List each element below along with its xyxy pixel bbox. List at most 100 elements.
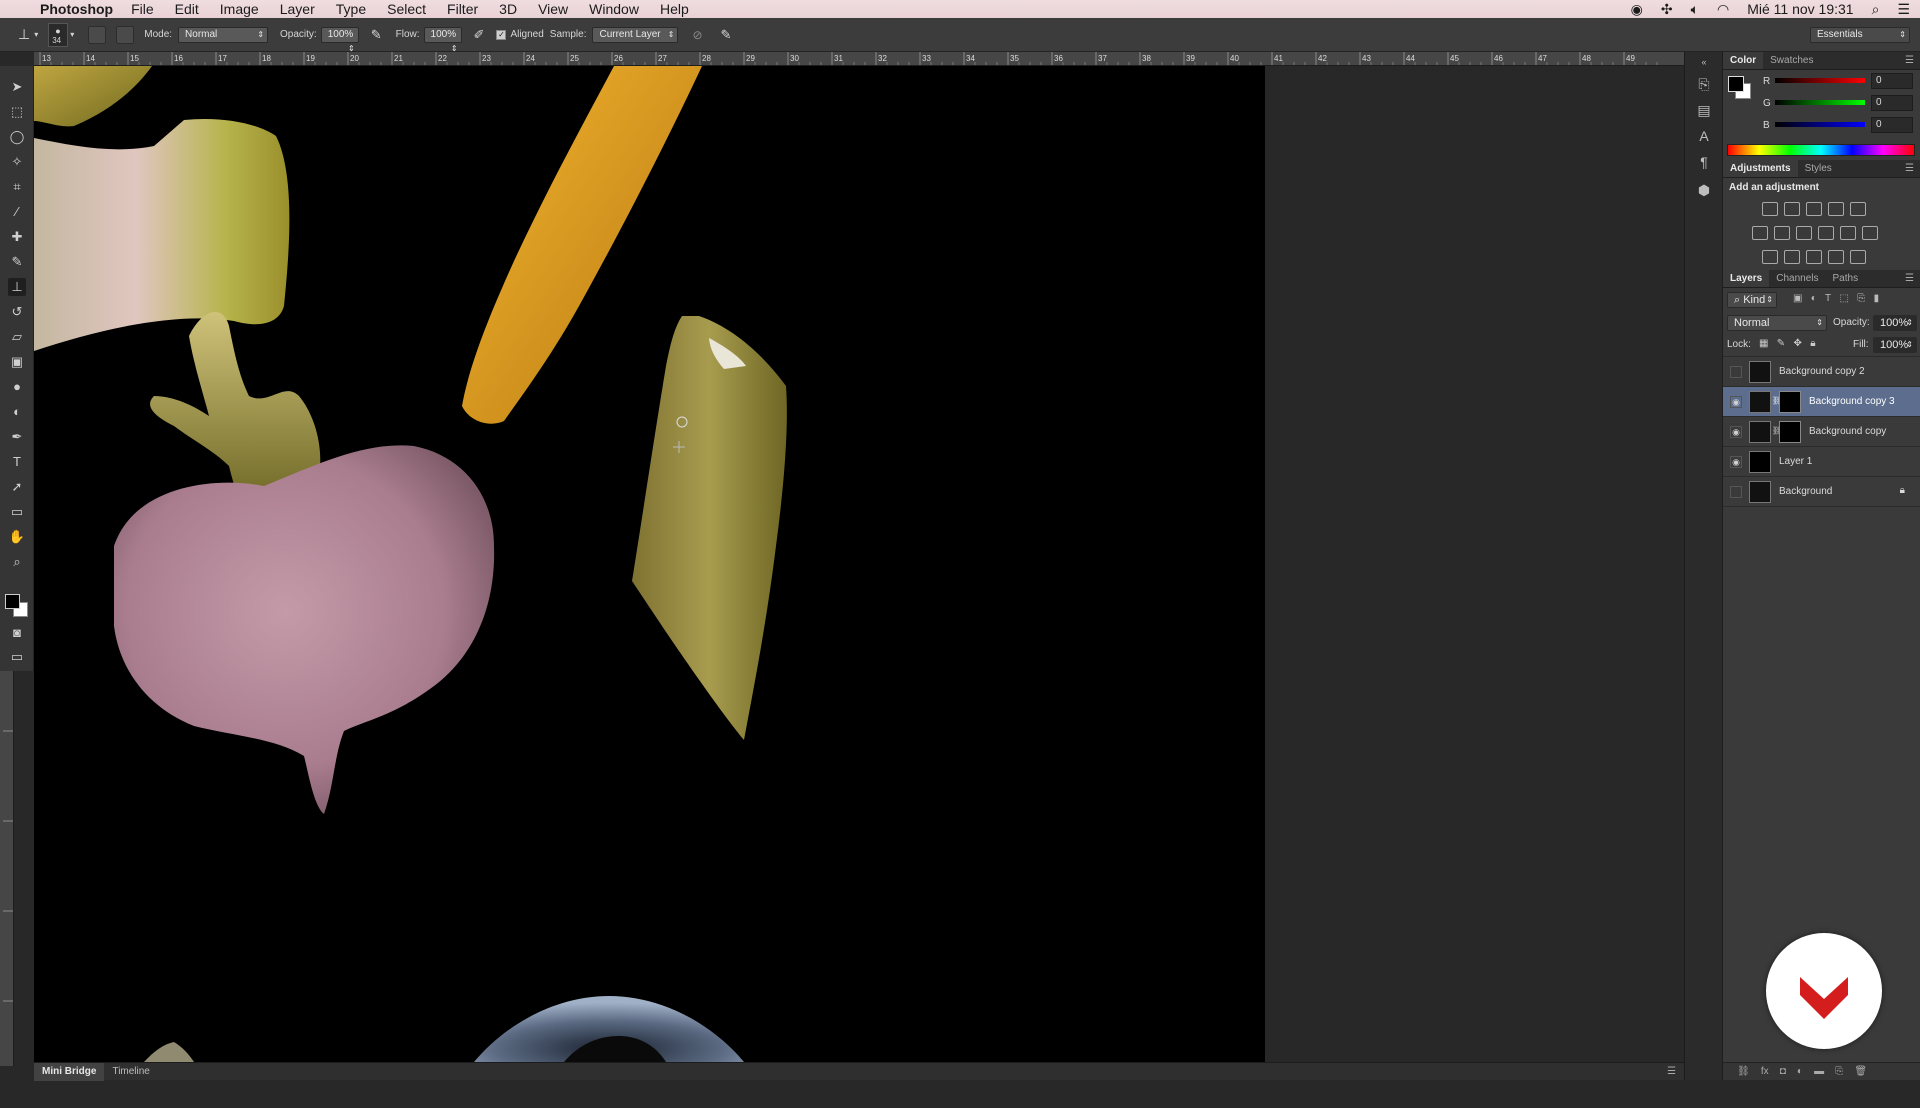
document-canvas[interactable] bbox=[34, 66, 1265, 1062]
spotlight-search-icon[interactable]: ⌕ bbox=[1872, 1, 1880, 18]
menu-view[interactable]: View bbox=[538, 1, 568, 17]
curves-icon[interactable] bbox=[1806, 202, 1822, 216]
smart-object-filter-icon[interactable]: ⎘ bbox=[1857, 293, 1865, 304]
red-channel-slider[interactable] bbox=[1775, 78, 1865, 83]
tool-preset-dropdown[interactable]: ▾ bbox=[34, 30, 38, 39]
type-tool-icon[interactable]: T bbox=[8, 453, 26, 471]
pixel-layer-filter-icon[interactable]: ▣ bbox=[1793, 293, 1802, 304]
color-lookup-icon[interactable] bbox=[1862, 226, 1878, 240]
shape-tool-icon[interactable]: ▭ bbox=[8, 503, 26, 521]
blend-mode-select[interactable]: Normal bbox=[1727, 315, 1827, 331]
lock-image-pixels-icon[interactable]: ✎ bbox=[1777, 338, 1785, 349]
blur-tool-icon[interactable]: ● bbox=[8, 378, 26, 396]
color-balance-icon[interactable] bbox=[1774, 226, 1790, 240]
zoom-tool-icon[interactable]: ⌕ bbox=[8, 553, 26, 571]
tab-timeline[interactable]: Timeline bbox=[104, 1063, 157, 1081]
layer-style-icon[interactable]: fx bbox=[1761, 1066, 1769, 1077]
lock-transparent-pixels-icon[interactable]: ▦ bbox=[1759, 338, 1768, 349]
brush-tool-icon[interactable]: ✎ bbox=[8, 253, 26, 271]
hue-saturation-icon[interactable] bbox=[1752, 226, 1768, 240]
aligned-checkbox[interactable]: ✓ bbox=[496, 29, 507, 40]
clone-stamp-tool-icon[interactable]: ⊥ bbox=[8, 278, 26, 296]
fill-field[interactable]: 100% bbox=[1873, 337, 1917, 353]
airbrush-icon[interactable]: ✐ bbox=[474, 27, 485, 43]
menu-edit[interactable]: Edit bbox=[175, 1, 199, 17]
properties-panel-icon[interactable]: ▤ bbox=[1694, 100, 1714, 120]
pen-tool-icon[interactable]: ✒ bbox=[8, 428, 26, 446]
wifi-icon[interactable]: ◠ bbox=[1717, 1, 1729, 18]
brush-picker-arrow-icon[interactable]: ▾ bbox=[70, 30, 74, 39]
eyedropper-tool-icon[interactable]: ⁄ bbox=[8, 203, 26, 221]
filter-toggle-icon[interactable]: ▮ bbox=[1874, 293, 1880, 304]
posterize-icon[interactable] bbox=[1784, 250, 1800, 264]
black-white-icon[interactable] bbox=[1796, 226, 1812, 240]
tab-styles[interactable]: Styles bbox=[1798, 160, 1839, 177]
link-layers-icon[interactable]: ⛓ bbox=[1737, 1066, 1750, 1077]
brush-preset-picker[interactable]: ● 34 bbox=[48, 22, 69, 47]
panel-menu-icon[interactable]: ☰ bbox=[1905, 160, 1914, 177]
foreground-color-swatch[interactable] bbox=[5, 594, 20, 609]
delete-layer-icon[interactable]: 🗑︎ bbox=[1854, 1066, 1867, 1077]
tab-paths[interactable]: Paths bbox=[1826, 270, 1866, 287]
flow-field[interactable]: 100% bbox=[423, 26, 462, 56]
menu-select[interactable]: Select bbox=[387, 1, 426, 17]
invert-icon[interactable] bbox=[1762, 250, 1778, 264]
healing-brush-tool-icon[interactable]: ✚ bbox=[8, 228, 26, 246]
quick-mask-icon[interactable]: ◙ bbox=[8, 624, 26, 642]
menu-filter[interactable]: Filter bbox=[447, 1, 478, 17]
hand-tool-icon[interactable]: ✋ bbox=[8, 528, 26, 546]
brush-panel-toggle-icon[interactable] bbox=[88, 25, 107, 44]
lasso-tool-icon[interactable]: ◯ bbox=[8, 128, 26, 146]
levels-icon[interactable] bbox=[1784, 202, 1800, 216]
layer-row[interactable]: Background 🔒︎ bbox=[1723, 477, 1920, 507]
collapse-dock-icon[interactable]: « bbox=[1694, 52, 1714, 72]
channel-mixer-icon[interactable] bbox=[1840, 226, 1856, 240]
history-panel-icon[interactable]: ⎘ bbox=[1694, 74, 1714, 94]
clock[interactable]: Mié 11 nov 19:31 bbox=[1747, 1, 1853, 17]
new-layer-icon[interactable]: ⎘ bbox=[1835, 1066, 1843, 1077]
sample-select[interactable]: Current Layer bbox=[592, 26, 679, 43]
app-menu[interactable]: Photoshop bbox=[40, 1, 113, 17]
green-channel-value[interactable]: 0 bbox=[1871, 95, 1913, 111]
lock-all-icon[interactable]: 🔒︎ bbox=[1810, 338, 1815, 349]
tab-mini-bridge[interactable]: Mini Bridge bbox=[34, 1062, 105, 1081]
dodge-tool-icon[interactable]: ◐ bbox=[8, 403, 26, 421]
history-brush-tool-icon[interactable]: ↺ bbox=[8, 303, 26, 321]
menu-type[interactable]: Type bbox=[336, 1, 366, 17]
exposure-icon[interactable] bbox=[1828, 202, 1844, 216]
layer-row[interactable]: Background copy 2 bbox=[1723, 357, 1920, 387]
visibility-toggle[interactable] bbox=[1730, 486, 1742, 498]
menu-image[interactable]: Image bbox=[220, 1, 259, 17]
record-icon[interactable]: ◉ bbox=[1631, 1, 1643, 18]
menu-3d[interactable]: 3D bbox=[499, 1, 517, 17]
eye-icon[interactable]: ◉ bbox=[1730, 456, 1742, 468]
add-mask-icon[interactable]: ◘ bbox=[1780, 1066, 1786, 1077]
layer-mask-thumbnail[interactable] bbox=[1779, 421, 1801, 443]
gradient-tool-icon[interactable]: ▣ bbox=[8, 353, 26, 371]
eye-icon[interactable]: ◉ bbox=[1730, 426, 1742, 438]
clone-stamp-tool-icon[interactable]: ⊥ bbox=[18, 26, 30, 43]
red-channel-value[interactable]: 0 bbox=[1871, 73, 1913, 89]
blue-channel-slider[interactable] bbox=[1775, 122, 1865, 127]
opacity-field[interactable]: 100% bbox=[320, 26, 359, 56]
3d-panel-icon[interactable]: ⬢ bbox=[1694, 180, 1714, 200]
volume-icon[interactable]: 🔈︎ bbox=[1691, 1, 1699, 18]
ignore-adjustment-layers-icon[interactable]: ⊘ bbox=[692, 28, 702, 42]
new-group-icon[interactable]: ▬ bbox=[1814, 1066, 1824, 1077]
shape-layer-filter-icon[interactable]: ⬚ bbox=[1839, 293, 1848, 304]
layer-row[interactable]: ◉ Layer 1 bbox=[1723, 447, 1920, 477]
gradient-map-icon[interactable] bbox=[1850, 250, 1866, 264]
path-selection-tool-icon[interactable]: ➚ bbox=[8, 478, 26, 496]
type-layer-filter-icon[interactable]: T bbox=[1825, 293, 1831, 304]
panel-menu-icon[interactable]: ☰ bbox=[1905, 52, 1914, 69]
character-panel-icon[interactable]: A bbox=[1694, 126, 1714, 146]
lock-position-icon[interactable]: ✥ bbox=[1794, 338, 1802, 349]
brightness-contrast-icon[interactable] bbox=[1762, 202, 1778, 216]
tab-channels[interactable]: Channels bbox=[1769, 270, 1825, 287]
layer-row[interactable]: ◉ ⛓ Background copy 3 bbox=[1723, 387, 1920, 417]
threshold-icon[interactable] bbox=[1806, 250, 1822, 264]
quick-selection-tool-icon[interactable]: ✧ bbox=[8, 153, 26, 171]
crop-tool-icon[interactable]: ⌗ bbox=[8, 178, 26, 196]
menu-file[interactable]: File bbox=[131, 1, 154, 17]
selective-color-icon[interactable] bbox=[1828, 250, 1844, 264]
